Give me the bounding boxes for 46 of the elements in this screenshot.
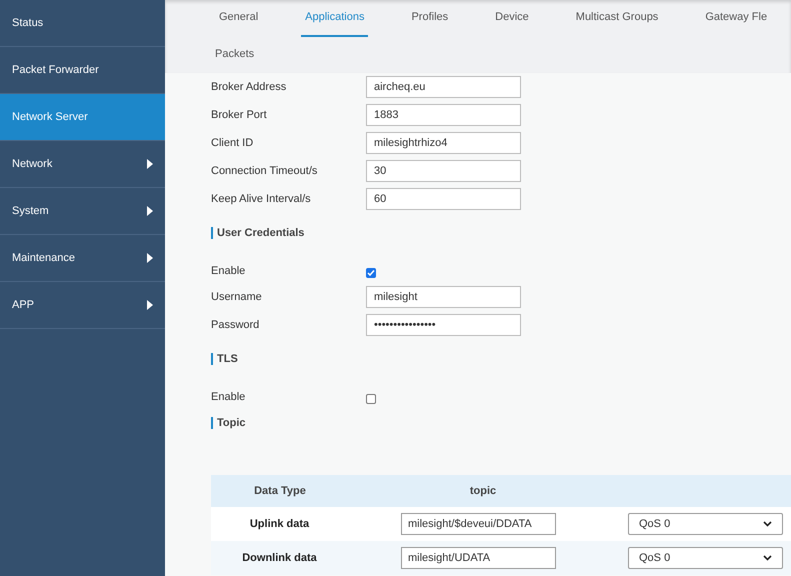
sidebar-item[interactable]: Network: [0, 141, 165, 188]
field-label: Client ID: [211, 136, 254, 151]
section-title: TLS: [211, 353, 791, 365]
tab[interactable]: Device: [491, 0, 533, 37]
input-field[interactable]: ••••••••••••••••: [366, 314, 521, 336]
field-label: Password: [211, 318, 260, 333]
field-label: Connection Timeout/s: [211, 164, 318, 179]
input-field[interactable]: milesightrhizo4: [366, 132, 521, 154]
section-title: User Credentials: [211, 227, 791, 239]
caret-icon: [147, 253, 153, 263]
section-title: Topic: [211, 417, 791, 429]
table-cell-text: Uplink data: [248, 516, 310, 532]
topic-field[interactable]: milesight/UDATA: [401, 547, 556, 569]
field-label: Broker Port: [211, 108, 268, 123]
field-label: Keep Alive Interval/s: [211, 192, 312, 207]
field-label: Enable: [211, 264, 246, 279]
chevron-down-icon: [763, 521, 772, 527]
checkbox[interactable]: [366, 394, 376, 404]
column-header: Data Type: [253, 484, 307, 499]
qos-select[interactable]: QoS 0: [628, 513, 783, 535]
topic-field[interactable]: milesight/$deveui/DDATA: [401, 513, 556, 535]
tab[interactable]: Multicast Groups: [572, 0, 662, 37]
tab[interactable]: General: [215, 0, 262, 37]
caret-icon: [147, 159, 153, 169]
table-cell-text: Downlink data: [241, 550, 318, 566]
caret-icon: [147, 206, 153, 216]
sidebar-item[interactable]: APP: [0, 282, 165, 329]
input-field[interactable]: 30: [366, 160, 521, 182]
chevron-down-icon: [763, 555, 772, 561]
tab[interactable]: Profiles: [407, 0, 452, 37]
checkbox[interactable]: [366, 268, 376, 278]
field-label: Broker Address: [211, 80, 288, 95]
input-field[interactable]: 60: [366, 188, 521, 210]
caret-icon: [147, 300, 153, 310]
input-field[interactable]: aircheq.eu: [366, 76, 521, 98]
sidebar-item[interactable]: Maintenance: [0, 235, 165, 282]
input-field[interactable]: 1883: [366, 104, 521, 126]
qos-select[interactable]: QoS 0: [628, 547, 783, 569]
sidebar-item[interactable]: System: [0, 188, 165, 235]
column-header: topic: [468, 484, 498, 499]
field-label: Enable: [211, 390, 246, 405]
field-label: Username: [211, 290, 263, 305]
input-field[interactable]: milesight: [366, 286, 521, 308]
tab[interactable]: Packets: [215, 37, 254, 73]
tab[interactable]: Gateway Fle: [701, 0, 772, 37]
sidebar-item[interactable]: Network Server: [0, 94, 165, 141]
